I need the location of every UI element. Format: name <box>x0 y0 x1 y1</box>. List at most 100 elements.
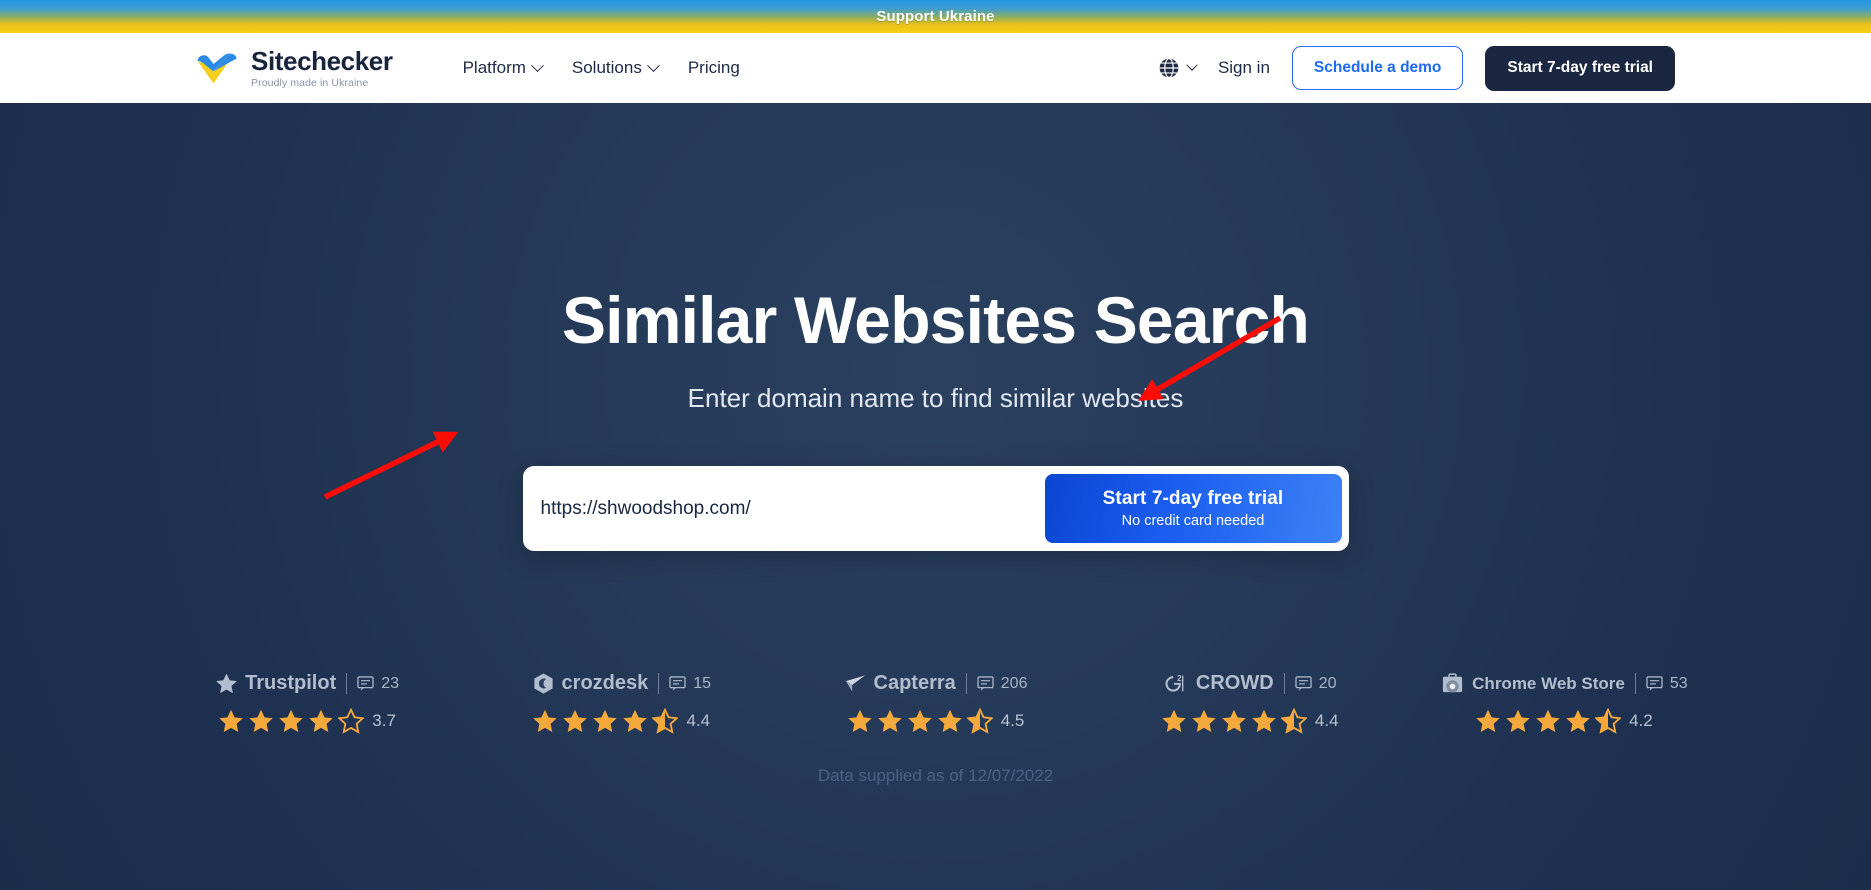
divider <box>1283 673 1285 695</box>
trustpilot-score: 3.7 <box>372 711 396 731</box>
capterra-score: 4.5 <box>1000 711 1025 731</box>
g2crowd-reviews-count: 20 <box>1318 674 1337 692</box>
star-full-icon <box>563 710 588 733</box>
hero-section: Similar Websites Search Enter domain nam… <box>0 103 1871 890</box>
crozdesk-hexagon-icon <box>533 673 553 694</box>
chrome-web-store-reviews: 53 <box>1646 675 1688 693</box>
star-full-icon <box>533 710 558 733</box>
header-actions: Sign in Schedule a demo Start 7-day free… <box>1158 45 1675 91</box>
trustpilot-brand-label: Trustpilot <box>245 672 337 695</box>
nav-item-platform-label: Platform <box>462 58 526 77</box>
search-input[interactable] <box>522 466 1045 552</box>
domain-search-box: Start 7-day free trial No credit card ne… <box>522 466 1349 552</box>
chrome-web-store-brand: Chrome Web Store <box>1440 672 1625 695</box>
chrome-web-store-brand-label: Chrome Web Store <box>1472 673 1625 693</box>
chrome-web-store-reviews-count: 53 <box>1669 674 1688 692</box>
chevron-down-icon <box>531 58 544 72</box>
rating-card-crozdesk[interactable]: crozdesk 15 4.4 <box>464 672 778 735</box>
star-empty-icon <box>338 708 365 735</box>
comment-icon <box>1295 676 1312 691</box>
nav-item-platform[interactable]: Platform <box>462 58 544 78</box>
capterra-reviews-count: 206 <box>1000 674 1028 692</box>
chrome-web-store-stars: 4.2 <box>1475 708 1653 735</box>
site-header: Sitechecker Proudly made in Ukraine Plat… <box>0 33 1871 103</box>
capterra-brand-label: Capterra <box>873 672 956 695</box>
checkmark-heart-icon <box>197 53 237 84</box>
star-full-icon <box>279 710 303 733</box>
star-full-icon <box>937 710 962 733</box>
nav-item-pricing[interactable]: Pricing <box>688 58 740 78</box>
main-navigation: Platform Solutions Pricing <box>463 58 740 78</box>
star-full-icon <box>877 710 902 733</box>
star-full-icon <box>1162 710 1186 733</box>
divider <box>1634 673 1636 695</box>
capterra-stars: 4.5 <box>847 708 1025 735</box>
brand-logo[interactable]: Sitechecker Proudly made in Ukraine <box>196 48 393 89</box>
comment-icon <box>357 676 374 691</box>
star-full-icon <box>1476 710 1500 733</box>
brand-tagline: Proudly made in Ukraine <box>251 76 369 89</box>
trustpilot-reviews: 23 <box>357 675 399 693</box>
chrome-web-store-icon <box>1443 673 1463 693</box>
rating-card-capterra[interactable]: Capterra 206 4.5 <box>778 672 1092 735</box>
comment-icon <box>669 676 686 691</box>
page-subtitle: Enter domain name to find similar websit… <box>687 383 1184 414</box>
comment-icon <box>977 676 994 691</box>
rating-card-chrome-web-store[interactable]: Chrome Web Store 53 4.2 <box>1407 672 1721 735</box>
crozdesk-reviews: 15 <box>669 675 711 693</box>
star-full-icon <box>1506 710 1530 733</box>
g2crowd-brand-label: CROWD <box>1195 672 1274 695</box>
g2crowd-brand: 2 CROWD <box>1163 672 1274 695</box>
start-trial-header-button[interactable]: Start 7-day free trial <box>1485 45 1675 91</box>
star-full-icon <box>1192 710 1216 733</box>
capterra-reviews: 206 <box>977 674 1028 693</box>
star-full-icon <box>1252 710 1276 733</box>
rating-card-g2crowd[interactable]: 2 CROWD 20 4.4 <box>1093 672 1407 735</box>
sign-in-link[interactable]: Sign in <box>1218 58 1270 78</box>
star-full-icon <box>219 710 243 733</box>
page-title: Similar Websites Search <box>561 283 1310 357</box>
star-full-icon <box>907 710 932 733</box>
star-full-icon <box>1222 710 1246 733</box>
divider <box>346 673 348 695</box>
data-supplied-note: Data supplied as of 12/07/2022 <box>817 766 1054 786</box>
nav-item-solutions-label: Solutions <box>571 58 642 77</box>
rating-card-trustpilot[interactable]: Trustpilot 23 3.7 <box>150 672 464 735</box>
schedule-demo-button[interactable]: Schedule a demo <box>1291 46 1464 90</box>
star-full-icon <box>309 710 333 733</box>
star-full-icon <box>1566 710 1590 733</box>
support-ukraine-label: Support Ukraine <box>876 8 995 25</box>
chevron-down-icon <box>1186 59 1198 71</box>
star-full-icon <box>847 710 872 733</box>
support-ukraine-banner: Support Ukraine <box>0 0 1871 33</box>
divider <box>658 673 660 695</box>
g2-crowd-icon: 2 <box>1165 674 1184 692</box>
nav-item-solutions[interactable]: Solutions <box>571 58 660 78</box>
star-half-icon <box>652 708 679 735</box>
chrome-web-store-score: 4.2 <box>1629 711 1653 731</box>
no-credit-card-note: No credit card needed <box>1121 513 1265 530</box>
capterra-brand: Capterra <box>844 672 956 695</box>
start-trial-search-button-label: Start 7-day free trial <box>1102 488 1284 510</box>
star-full-icon <box>249 710 273 733</box>
star-half-icon <box>1595 708 1622 735</box>
star-half-icon <box>1280 708 1307 735</box>
brand-name: Sitechecker <box>251 45 393 76</box>
star-full-icon <box>593 710 618 733</box>
star-full-icon <box>1536 710 1560 733</box>
capterra-arrow-icon <box>845 675 865 692</box>
chevron-down-icon <box>646 58 660 72</box>
g2crowd-score: 4.4 <box>1314 711 1339 731</box>
start-trial-search-button[interactable]: Start 7-day free trial No credit card ne… <box>1044 474 1342 544</box>
ratings-row: Trustpilot 23 3.7 crozdesk 15 4.4 Capter… <box>0 672 1871 735</box>
trustpilot-reviews-count: 23 <box>381 674 400 692</box>
comment-icon <box>1646 676 1663 691</box>
crozdesk-reviews-count: 15 <box>693 674 712 692</box>
star-half-icon <box>966 708 993 735</box>
language-switcher[interactable] <box>1158 57 1198 79</box>
svg-text:2: 2 <box>1177 674 1182 683</box>
trustpilot-brand: Trustpilot <box>215 672 336 695</box>
g2crowd-stars: 4.4 <box>1161 708 1339 735</box>
crozdesk-score: 4.4 <box>686 711 711 731</box>
star-full-icon <box>623 710 648 733</box>
